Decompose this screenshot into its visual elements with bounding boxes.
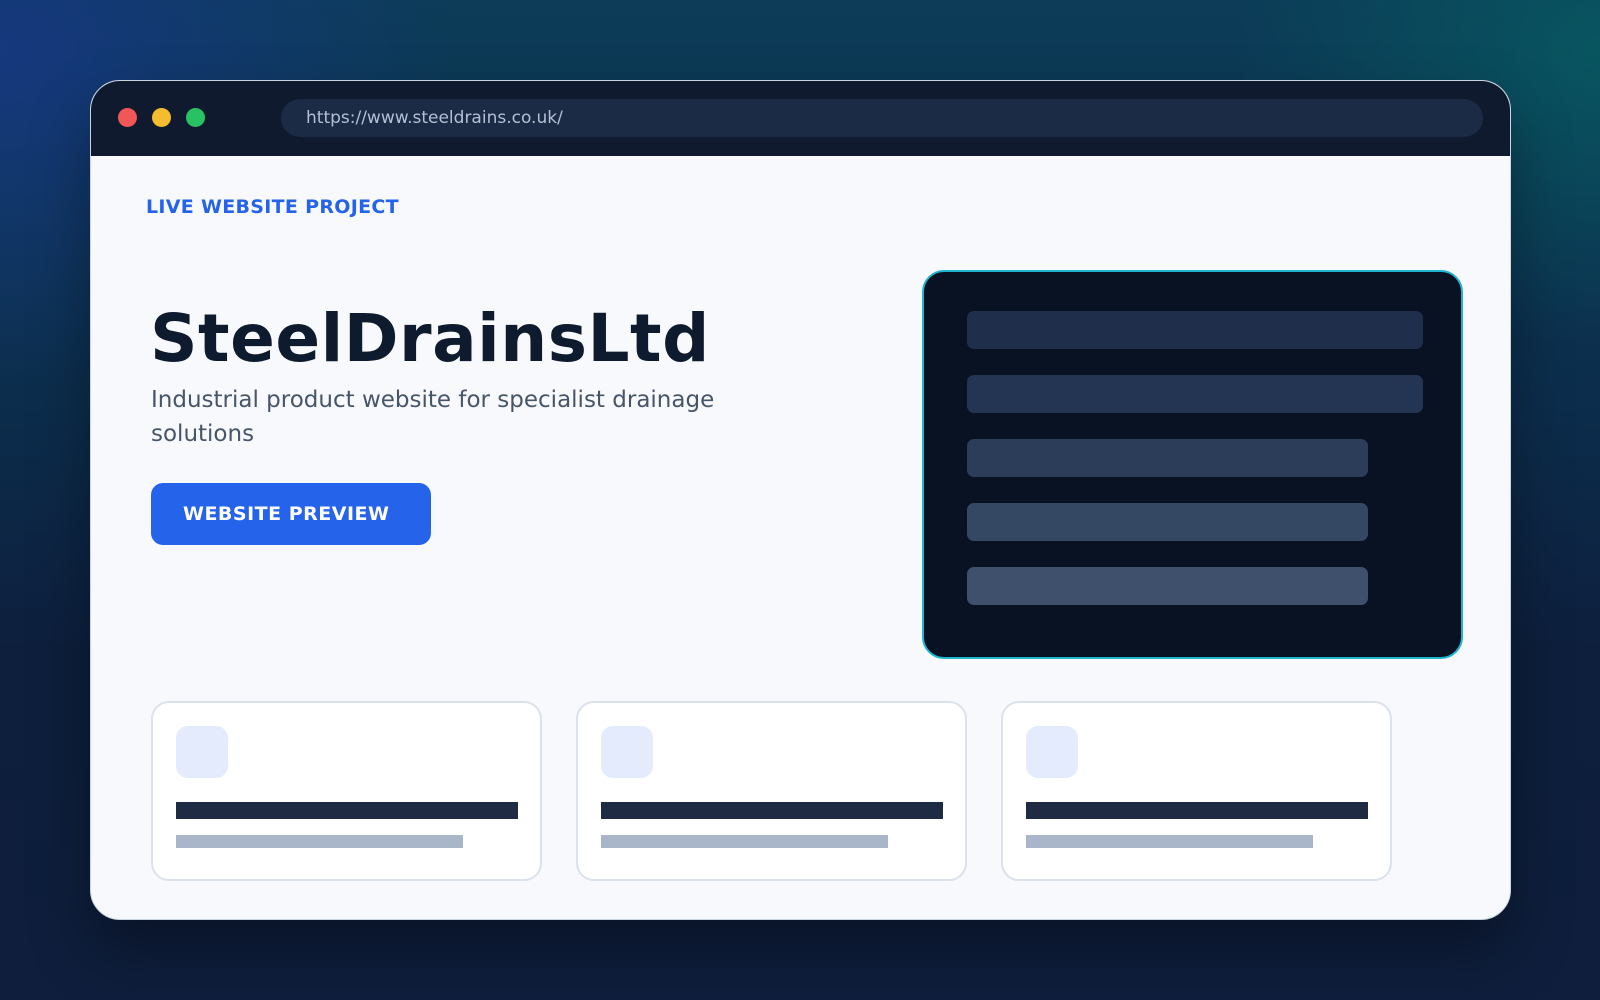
- minimize-window-button[interactable]: [152, 108, 171, 127]
- placeholder-bar: [967, 311, 1423, 349]
- placeholder-bar: [967, 439, 1368, 477]
- page-title: SteelDrainsLtd: [150, 300, 710, 377]
- preview-mockup-panel: [922, 270, 1463, 659]
- maximize-window-button[interactable]: [186, 108, 205, 127]
- feature-card: [1001, 701, 1392, 881]
- placeholder-heading-line: [601, 802, 943, 819]
- project-kicker: LIVE WEBSITE PROJECT: [146, 196, 399, 218]
- page-subtitle: Industrial product website for specialis…: [151, 387, 715, 447]
- placeholder-icon: [601, 726, 653, 778]
- address-bar[interactable]: https://www.steeldrains.co.uk/: [281, 99, 1483, 137]
- feature-card: [151, 701, 542, 881]
- feature-card: [576, 701, 967, 881]
- placeholder-bar: [967, 375, 1423, 413]
- browser-window: https://www.steeldrains.co.uk/ LIVE WEBS…: [90, 80, 1511, 920]
- placeholder-bar: [967, 567, 1368, 605]
- close-window-button[interactable]: [118, 108, 137, 127]
- placeholder-icon: [1026, 726, 1078, 778]
- placeholder-text-line: [601, 835, 888, 848]
- website-preview-button[interactable]: WEBSITE PREVIEW: [151, 483, 431, 545]
- browser-titlebar: https://www.steeldrains.co.uk/: [91, 81, 1510, 156]
- placeholder-heading-line: [176, 802, 518, 819]
- placeholder-bar: [967, 503, 1368, 541]
- placeholder-text-line: [176, 835, 463, 848]
- placeholder-text-line: [1026, 835, 1313, 848]
- placeholder-heading-line: [1026, 802, 1368, 819]
- placeholder-icon: [176, 726, 228, 778]
